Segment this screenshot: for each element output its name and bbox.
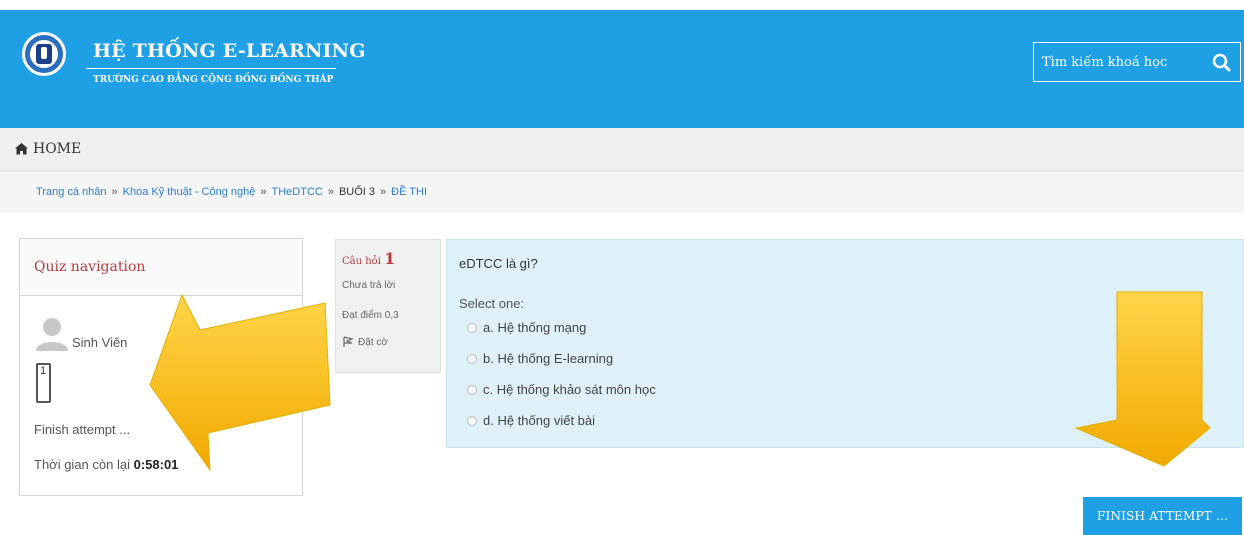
home-icon <box>15 143 28 155</box>
home-bar: HOME <box>0 128 1244 172</box>
answer-label: c. Hệ thống khảo sát môn học <box>483 382 656 397</box>
breadcrumb-course[interactable]: THeDTCC <box>272 186 323 198</box>
breadcrumb-separator: » <box>327 186 334 198</box>
flag-label: Đặt cờ <box>358 336 388 348</box>
quiz-navigation-title: Quiz navigation <box>34 259 146 275</box>
question-number-value: 1 <box>384 249 396 268</box>
question-1-nav-button[interactable]: 1 <box>36 363 51 403</box>
finish-attempt-button[interactable]: FINISH ATTEMPT ... <box>1083 497 1242 535</box>
timer-label: Thời gian còn lại <box>34 457 130 472</box>
question-mark: Đạt điểm 0,3 <box>342 310 399 321</box>
flag-question-button[interactable]: Đặt cờ <box>342 336 388 348</box>
site-subtitle: TRƯỜNG CAO ĐẲNG CỘNG ĐỒNG ĐỒNG THÁP <box>93 75 334 85</box>
logo-emblem <box>36 44 52 64</box>
site-header: HỆ THỐNG E-LEARNING TRƯỜNG CAO ĐẲNG CỘNG… <box>0 10 1244 128</box>
breadcrumb-separator: » <box>111 186 118 198</box>
breadcrumb-faculty[interactable]: Khoa Kỹ thuật - Công nghệ <box>123 186 256 198</box>
radio-button[interactable] <box>467 384 477 395</box>
home-link[interactable]: HOME <box>15 141 81 157</box>
answer-option-c[interactable]: c. Hệ thống khảo sát môn học <box>467 382 656 397</box>
question-state: Chưa trả lời <box>342 280 396 291</box>
breadcrumb-exam[interactable]: ĐỀ THI <box>391 186 427 198</box>
answer-option-b[interactable]: b. Hệ thống E-learning <box>467 351 613 366</box>
breadcrumb-separator: » <box>380 186 387 198</box>
answer-option-d[interactable]: d. Hệ thống viết bài <box>467 413 595 428</box>
radio-button[interactable] <box>467 353 477 364</box>
site-title[interactable]: HỆ THỐNG E-LEARNING <box>93 40 366 62</box>
question-label: Câu hỏi <box>342 256 381 267</box>
breadcrumb-separator: » <box>260 186 267 198</box>
user-name: Sinh Viên <box>72 335 128 350</box>
radio-button[interactable] <box>467 415 477 426</box>
answer-prompt: Select one: <box>459 296 525 311</box>
left-arrow-annotation-icon <box>149 293 331 472</box>
radio-button[interactable] <box>467 322 477 333</box>
search-button[interactable] <box>1204 43 1240 81</box>
question-text: eDTCC là gì? <box>459 256 538 271</box>
answer-label: a. Hệ thống mạng <box>483 320 587 335</box>
down-arrow-annotation-icon <box>1074 291 1211 467</box>
breadcrumb-profile[interactable]: Trang cá nhân <box>36 186 107 198</box>
answer-label: d. Hệ thống viết bài <box>483 413 596 428</box>
search-input[interactable] <box>1034 43 1204 81</box>
college-logo[interactable] <box>22 32 66 76</box>
breadcrumb-bar: Trang cá nhân » Khoa Kỹ thuật - Công nghệ »… <box>0 173 1244 213</box>
title-divider <box>86 68 336 69</box>
question-nav-number: 1 <box>40 365 47 377</box>
answer-option-a[interactable]: a. Hệ thống mạng <box>467 320 586 335</box>
flag-icon <box>343 336 354 347</box>
user-avatar-icon <box>36 318 68 351</box>
search-icon <box>1212 53 1231 72</box>
answer-label: b. Hệ thống E-learning <box>483 351 614 366</box>
breadcrumb: Trang cá nhân » Khoa Kỹ thuật - Công nghệ »… <box>36 186 427 198</box>
breadcrumb-session[interactable]: BUỔI 3 <box>339 186 375 198</box>
home-label: HOME <box>33 141 82 157</box>
question-info: Câu hỏi 1 Chưa trả lời Đạt điểm 0,3 Đặt … <box>335 239 441 373</box>
course-search <box>1033 42 1241 82</box>
question-number: Câu hỏi 1 <box>342 249 395 268</box>
finish-attempt-link[interactable]: Finish attempt ... <box>34 422 130 437</box>
